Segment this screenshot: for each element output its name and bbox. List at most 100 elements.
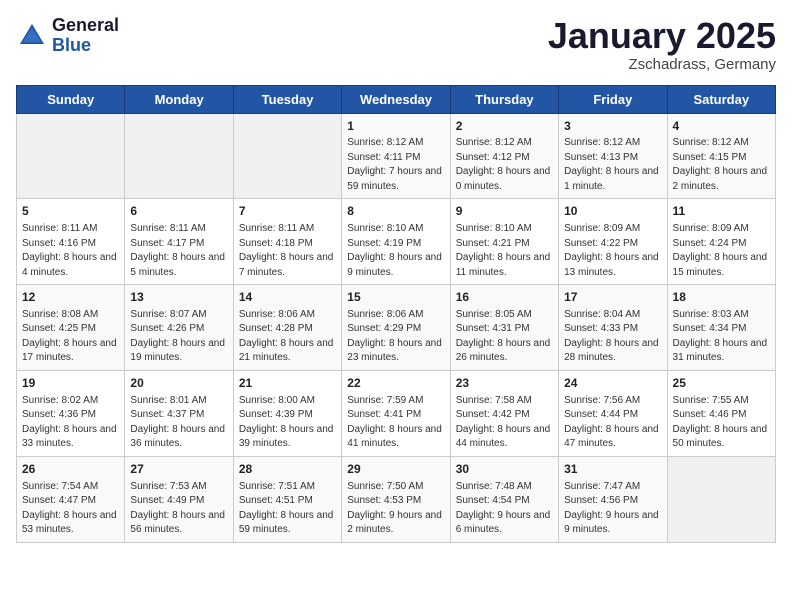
day-number: 17 [564,289,661,306]
day-number: 1 [347,118,444,135]
day-number: 16 [456,289,553,306]
cell-content: Sunrise: 8:02 AMSunset: 4:36 PMDaylight:… [22,394,119,452]
calendar-cell: 8Sunrise: 8:10 AMSunset: 4:19 PMDaylight… [342,199,450,285]
cell-content: Sunrise: 8:08 AMSunset: 4:25 PMDaylight:… [22,308,119,366]
calendar-cell: 11 Sunrise: 8:09 AMSunset: 4:24 PMDayligh… [667,199,775,285]
cell-content: Sunrise: 7:47 AMSunset: 4:56 PMDaylight:… [564,480,661,538]
cell-content: Sunrise: 8:12 AMSunset: 4:11 PMDaylight:… [347,136,444,194]
weekday-header: Thursday [450,85,558,113]
day-number: 29 [347,461,444,478]
weekday-header-row: SundayMondayTuesdayWednesdayThursdayFrid… [17,85,776,113]
calendar-cell [125,113,233,199]
title-block: January 2025 Zschadrass, Germany [548,16,776,73]
day-number: 31 [564,461,661,478]
calendar-cell: 1Sunrise: 8:12 AMSunset: 4:11 PMDaylight… [342,113,450,199]
location-subtitle: Zschadrass, Germany [548,56,776,73]
calendar-week-row: 1Sunrise: 8:12 AMSunset: 4:11 PMDaylight… [17,113,776,199]
weekday-header: Tuesday [233,85,341,113]
calendar-cell: 2Sunrise: 8:12 AMSunset: 4:12 PMDaylight… [450,113,558,199]
cell-content: Sunrise: 7:56 AMSunset: 4:44 PMDaylight:… [564,394,661,452]
day-number: 3 [564,118,661,135]
cell-content: Sunrise: 7:53 AMSunset: 4:49 PMDaylight:… [130,480,227,538]
calendar-cell: 27 Sunrise: 7:53 AMSunset: 4:49 PMDayligh… [125,456,233,542]
day-number: 6 [130,203,227,220]
calendar-week-row: 5Sunrise: 8:11 AMSunset: 4:16 PMDaylight… [17,199,776,285]
day-number: 10 [564,203,661,220]
calendar-cell: 22 Sunrise: 7:59 AMSunset: 4:41 PMDayligh… [342,370,450,456]
day-number: 30 [456,461,553,478]
calendar-cell: 3Sunrise: 8:12 AMSunset: 4:13 PMDaylight… [559,113,667,199]
calendar-cell [667,456,775,542]
cell-content: Sunrise: 8:10 AMSunset: 4:21 PMDaylight:… [456,222,553,280]
calendar-cell [17,113,125,199]
cell-content: Sunrise: 7:58 AMSunset: 4:42 PMDaylight:… [456,394,553,452]
day-number: 7 [239,203,336,220]
calendar-cell: 13 Sunrise: 8:07 AMSunset: 4:26 PMDayligh… [125,285,233,371]
cell-content: Sunrise: 8:11 AMSunset: 4:17 PMDaylight:… [130,222,227,280]
calendar-cell: 14Sunrise: 8:06 AMSunset: 4:28 PMDayligh… [233,285,341,371]
day-number: 21 [239,375,336,392]
day-number: 18 [673,289,770,306]
cell-content: Sunrise: 7:59 AMSunset: 4:41 PMDaylight:… [347,394,444,452]
day-number: 14 [239,289,336,306]
day-number: 27 [130,461,227,478]
calendar-cell: 28Sunrise: 7:51 AMSunset: 4:51 PMDayligh… [233,456,341,542]
cell-content: Sunrise: 8:06 AMSunset: 4:29 PMDaylight:… [347,308,444,366]
day-number: 4 [673,118,770,135]
day-number: 28 [239,461,336,478]
day-number: 12 [22,289,119,306]
logo-blue-text: Blue [52,36,119,56]
day-number: 20 [130,375,227,392]
calendar-cell: 9Sunrise: 8:10 AMSunset: 4:21 PMDaylight… [450,199,558,285]
day-number: 2 [456,118,553,135]
cell-content: Sunrise: 8:12 AMSunset: 4:15 PMDaylight:… [673,136,770,194]
weekday-header: Wednesday [342,85,450,113]
calendar-cell: 15 Sunrise: 8:06 AMSunset: 4:29 PMDayligh… [342,285,450,371]
calendar-cell: 31 Sunrise: 7:47 AMSunset: 4:56 PMDayligh… [559,456,667,542]
logo-text: General Blue [52,16,119,56]
day-number: 24 [564,375,661,392]
calendar-cell: 7 Sunrise: 8:11 AMSunset: 4:18 PMDaylight… [233,199,341,285]
calendar-cell: 20Sunrise: 8:01 AMSunset: 4:37 PMDayligh… [125,370,233,456]
month-year-title: January 2025 [548,16,776,56]
day-number: 26 [22,461,119,478]
day-number: 13 [130,289,227,306]
calendar-cell: 5Sunrise: 8:11 AMSunset: 4:16 PMDaylight… [17,199,125,285]
day-number: 15 [347,289,444,306]
calendar-cell: 19 Sunrise: 8:02 AMSunset: 4:36 PMDayligh… [17,370,125,456]
calendar-cell: 23 Sunrise: 7:58 AMSunset: 4:42 PMDayligh… [450,370,558,456]
weekday-header: Sunday [17,85,125,113]
calendar-cell: 4Sunrise: 8:12 AMSunset: 4:15 PMDaylight… [667,113,775,199]
cell-content: Sunrise: 8:05 AMSunset: 4:31 PMDaylight:… [456,308,553,366]
day-number: 8 [347,203,444,220]
day-number: 25 [673,375,770,392]
cell-content: Sunrise: 7:55 AMSunset: 4:46 PMDaylight:… [673,394,770,452]
calendar-cell: 26Sunrise: 7:54 AMSunset: 4:47 PMDayligh… [17,456,125,542]
day-number: 23 [456,375,553,392]
weekday-header: Monday [125,85,233,113]
weekday-header: Saturday [667,85,775,113]
calendar-week-row: 12 Sunrise: 8:08 AMSunset: 4:25 PMDayligh… [17,285,776,371]
logo-general-text: General [52,16,119,36]
calendar-cell: 12 Sunrise: 8:08 AMSunset: 4:25 PMDayligh… [17,285,125,371]
cell-content: Sunrise: 8:09 AMSunset: 4:22 PMDaylight:… [564,222,661,280]
cell-content: Sunrise: 8:03 AMSunset: 4:34 PMDaylight:… [673,308,770,366]
calendar-cell: 17Sunrise: 8:04 AMSunset: 4:33 PMDayligh… [559,285,667,371]
calendar-cell: 21 Sunrise: 8:00 AMSunset: 4:39 PMDayligh… [233,370,341,456]
cell-content: Sunrise: 8:07 AMSunset: 4:26 PMDaylight:… [130,308,227,366]
logo: General Blue [16,16,119,56]
cell-content: Sunrise: 8:00 AMSunset: 4:39 PMDaylight:… [239,394,336,452]
calendar-cell [233,113,341,199]
cell-content: Sunrise: 7:50 AMSunset: 4:53 PMDaylight:… [347,480,444,538]
calendar-week-row: 26Sunrise: 7:54 AMSunset: 4:47 PMDayligh… [17,456,776,542]
day-number: 19 [22,375,119,392]
cell-content: Sunrise: 8:11 AMSunset: 4:18 PMDaylight:… [239,222,336,280]
weekday-header: Friday [559,85,667,113]
cell-content: Sunrise: 8:11 AMSunset: 4:16 PMDaylight:… [22,222,119,280]
cell-content: Sunrise: 8:09 AMSunset: 4:24 PMDaylight:… [673,222,770,280]
calendar-table: SundayMondayTuesdayWednesdayThursdayFrid… [16,85,776,543]
calendar-cell: 25 Sunrise: 7:55 AMSunset: 4:46 PMDayligh… [667,370,775,456]
day-number: 22 [347,375,444,392]
day-number: 11 [673,203,770,220]
cell-content: Sunrise: 8:12 AMSunset: 4:13 PMDaylight:… [564,136,661,194]
